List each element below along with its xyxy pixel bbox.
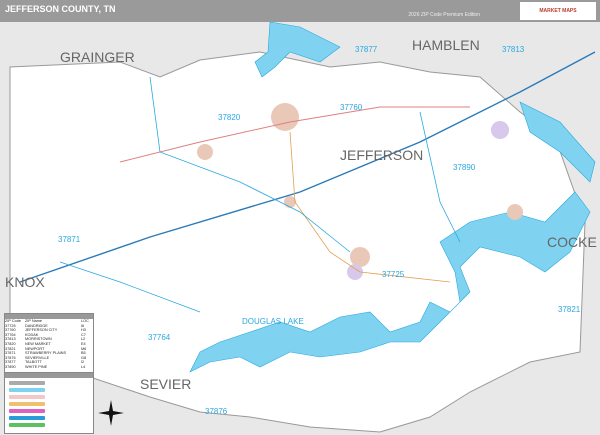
zip-label: 37725: [382, 270, 405, 279]
brand-logo: MARKET MAPS: [520, 2, 596, 20]
table-cell: 37890: [5, 364, 16, 369]
legend-county-line: [9, 381, 45, 385]
legend-toll-road: [9, 423, 45, 427]
label-jefferson: JEFFERSON: [340, 147, 423, 163]
zip-label: 37813: [502, 45, 525, 54]
label-douglas-lake: DOUGLAS LAKE: [242, 317, 304, 326]
legend-interstate: [9, 416, 45, 420]
zip-label: 37764: [148, 333, 171, 342]
legend-us-highway: [9, 409, 45, 413]
zip-code-index-table: ZIP Code ZIP Name LOC 37725 DANDRIDGE I6 3776…: [4, 313, 94, 373]
zip-label: 37876: [205, 407, 228, 416]
zip-label: 37760: [340, 103, 363, 112]
zip-label: 37821: [558, 305, 581, 314]
zip-label: 37871: [58, 235, 81, 244]
label-knox: KNOX: [5, 274, 45, 290]
table-cell: WHITE PINE: [25, 364, 48, 369]
legend-title-bar: [5, 373, 93, 378]
label-cocke: COCKE: [547, 234, 597, 250]
table-row: 37890 WHITE PINE L4: [5, 365, 93, 370]
label-sevier: SEVIER: [140, 376, 191, 392]
legend-state-route: [9, 402, 45, 406]
zip-label: 37820: [218, 113, 241, 122]
zip-label: 37877: [355, 45, 378, 54]
zip-label: 37890: [453, 163, 476, 172]
table-cell: L4: [81, 364, 86, 369]
label-hamblen: HAMBLEN: [412, 37, 480, 53]
map-legend: [4, 372, 94, 434]
legend-highway: [9, 395, 45, 399]
legend-zip-line: [9, 388, 45, 392]
compass-rose-icon: [98, 400, 124, 426]
header-bar: JEFFERSON COUNTY, TN 2026 ZIP Code Premi…: [0, 0, 600, 22]
edition-label: 2026 ZIP Code Premium Edition: [408, 12, 480, 18]
map-title: JEFFERSON COUNTY, TN: [5, 4, 116, 14]
label-grainger: GRAINGER: [60, 49, 135, 65]
